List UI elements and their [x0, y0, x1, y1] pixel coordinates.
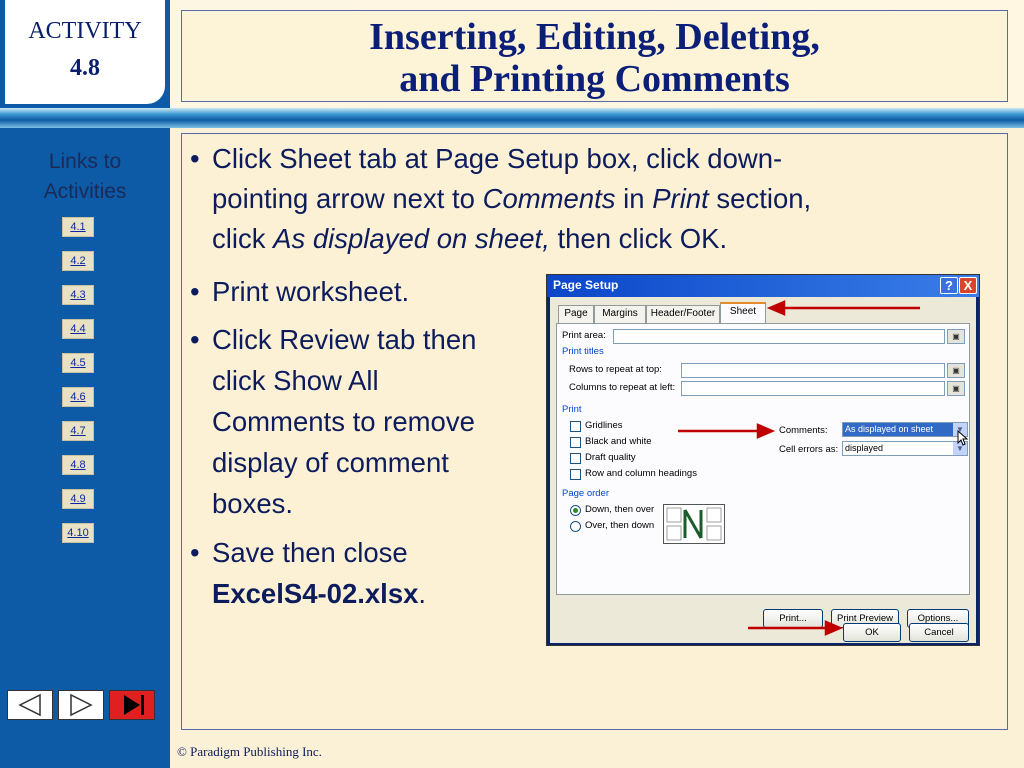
- annotation-arrows: [678, 300, 920, 636]
- arrow-head-ok: [824, 620, 844, 636]
- footer-copyright: © Paradigm Publishing Inc.: [177, 744, 322, 759]
- arrow-head-comments: [756, 423, 776, 439]
- arrow-head-sheet-tab: [766, 300, 786, 316]
